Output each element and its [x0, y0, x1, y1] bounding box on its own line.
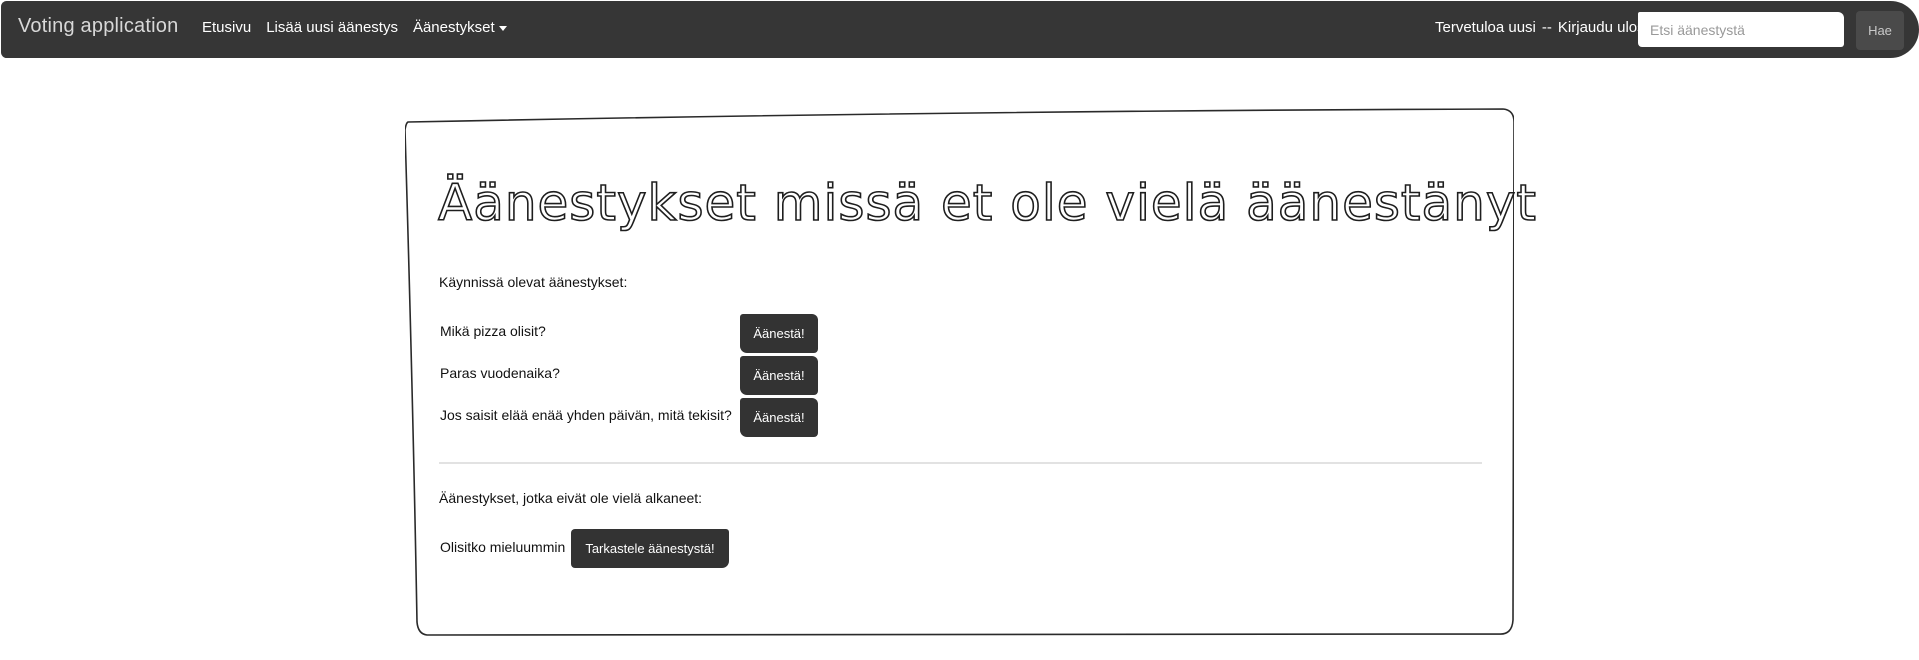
- user-separator: --: [1541, 19, 1552, 36]
- nav-dropdown-polls-label: Äänestykset: [412, 19, 495, 36]
- ongoing-polls-heading: Käynnissä olevat äänestykset:: [439, 274, 628, 290]
- poll-question: Jos saisit elää enää yhden päivän, mitä …: [440, 407, 732, 423]
- brand-link[interactable]: Voting application: [18, 15, 178, 38]
- upcoming-polls-heading: Äänestykset, jotka eivät ole vielä alkan…: [439, 490, 703, 506]
- welcome-text: Tervetuloa uusi: [1435, 19, 1536, 36]
- search-input[interactable]: [1638, 12, 1844, 47]
- nav-link-home[interactable]: Etusivu: [202, 19, 251, 36]
- vote-button[interactable]: Äänestä!: [740, 314, 818, 353]
- vote-button[interactable]: Äänestä!: [740, 356, 818, 395]
- poll-question: Paras vuodenaika?: [440, 365, 560, 381]
- nav-links: Etusivu Lisää uusi äänestys Äänestykset: [202, 19, 507, 36]
- upcoming-poll-question: Olisitko mieluummin: [440, 539, 566, 555]
- user-area: Tervetuloa uusi -- Kirjaudu ulos: [1435, 19, 1645, 36]
- caret-down-icon: [498, 25, 507, 31]
- search-button[interactable]: Hae: [1856, 11, 1904, 50]
- logout-link[interactable]: Kirjaudu ulos: [1558, 19, 1645, 36]
- view-poll-button[interactable]: Tarkastele äänestystä!: [571, 529, 729, 568]
- navbar: Voting application Etusivu Lisää uusi ää…: [1, 1, 1919, 58]
- nav-dropdown-polls[interactable]: Äänestykset: [413, 19, 507, 36]
- vote-button[interactable]: Äänestä!: [740, 398, 818, 437]
- nav-link-add-poll[interactable]: Lisää uusi äänestys: [266, 19, 398, 36]
- poll-question: Mikä pizza olisit?: [440, 323, 546, 339]
- page-title: Äänestykset missä et ole vielä äänestäny…: [437, 173, 1538, 233]
- section-divider: [439, 462, 1482, 464]
- polls-card: Äänestykset missä et ole vielä äänestäny…: [405, 108, 1537, 636]
